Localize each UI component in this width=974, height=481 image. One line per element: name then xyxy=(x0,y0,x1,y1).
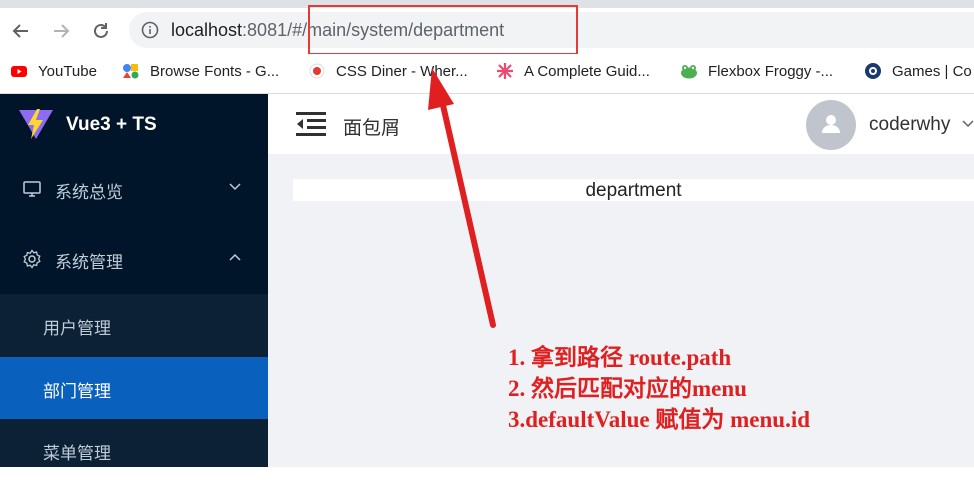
games-icon xyxy=(865,63,881,79)
menu-item-label: 系统管理 xyxy=(55,253,123,272)
css-diner-icon xyxy=(309,63,325,79)
page-card: department xyxy=(293,179,974,201)
page-title: department xyxy=(585,180,682,201)
user-icon xyxy=(822,115,840,133)
arrow-right-icon xyxy=(54,24,70,38)
username[interactable]: coderwhy xyxy=(869,114,950,136)
bookmark-label: Games | Co xyxy=(892,62,972,80)
frog-icon xyxy=(681,65,697,79)
menu-item-system-overview[interactable]: 系统总览 xyxy=(0,158,268,220)
monitor-icon xyxy=(23,181,41,197)
vite-logo-icon xyxy=(19,109,53,139)
back-button[interactable] xyxy=(8,18,34,44)
forward-button[interactable] xyxy=(48,18,74,44)
main-header: 面包屑 coderwhy xyxy=(268,94,974,154)
annotation-line-3: 3.defaultValue 赋值为 menu.id xyxy=(508,407,811,432)
logo-area: Vue3 + TS xyxy=(0,94,268,154)
submenu-item-department-management[interactable]: 部门管理 xyxy=(0,357,268,419)
menu-item-label: 系统总览 xyxy=(55,183,123,202)
annotation-line-2: 2. 然后匹配对应的menu xyxy=(508,376,747,401)
gear-icon xyxy=(23,249,41,269)
bookmark-label: YouTube xyxy=(38,62,97,80)
bookmark-browse-fonts[interactable]: Browse Fonts - G... xyxy=(122,62,279,80)
avatar[interactable] xyxy=(806,100,856,150)
url-port: :8081 xyxy=(242,20,288,40)
chevron-down-icon[interactable] xyxy=(962,120,974,128)
css-tricks-icon xyxy=(497,63,513,79)
url-host: localhost xyxy=(171,20,243,40)
submenu-system-management: 用户管理 部门管理 菜单管理 xyxy=(0,294,268,467)
submenu-item-menu-management[interactable]: 菜单管理 xyxy=(0,419,268,481)
breadcrumb: 面包屑 xyxy=(343,118,401,139)
url-hash: /# xyxy=(287,20,303,40)
bookmark-games[interactable]: Games | Co xyxy=(864,62,972,80)
bookmark-youtube[interactable]: YouTube xyxy=(10,62,97,80)
reload-icon xyxy=(94,23,108,38)
youtube-icon xyxy=(11,66,27,77)
bookmark-complete-guide[interactable]: A Complete Guid... xyxy=(496,62,650,80)
chevron-up-icon xyxy=(229,253,241,261)
bookmark-label: A Complete Guid... xyxy=(524,62,650,80)
url-highlight-box xyxy=(308,5,578,55)
menu-item-system-management[interactable]: 系统管理 xyxy=(0,228,268,290)
annotation-text: 1. 拿到路径 route.path 2. 然后匹配对应的menu 3.defa… xyxy=(508,342,810,435)
arrow-left-icon xyxy=(12,24,28,38)
bookmark-label: Flexbox Froggy -... xyxy=(708,62,834,80)
google-fonts-icon xyxy=(123,64,139,79)
info-icon[interactable] xyxy=(141,21,159,39)
annotation-line-1: 1. 拿到路径 route.path xyxy=(508,345,732,370)
fold-menu-icon[interactable] xyxy=(296,111,326,137)
bookmark-label: CSS Diner - Wher... xyxy=(336,62,468,80)
bookmark-flexbox-froggy[interactable]: Flexbox Froggy -... xyxy=(680,62,833,80)
submenu-item-label: 菜单管理 xyxy=(43,444,111,463)
bookmarks-bar: YouTube Browse Fonts - G... CSS Diner - … xyxy=(0,54,974,94)
sidebar: Vue3 + TS 系统总览 系统管理 用户管理 部门管理 菜单管理 xyxy=(0,94,268,467)
submenu-item-label: 用户管理 xyxy=(43,319,111,338)
reload-button[interactable] xyxy=(88,18,114,44)
logo-text: Vue3 + TS xyxy=(66,114,157,135)
bookmark-css-diner[interactable]: CSS Diner - Wher... xyxy=(308,62,468,80)
submenu-item-user-management[interactable]: 用户管理 xyxy=(0,294,268,356)
bookmark-label: Browse Fonts - G... xyxy=(150,62,280,80)
submenu-item-label: 部门管理 xyxy=(43,382,111,401)
chevron-down-icon xyxy=(229,183,241,191)
